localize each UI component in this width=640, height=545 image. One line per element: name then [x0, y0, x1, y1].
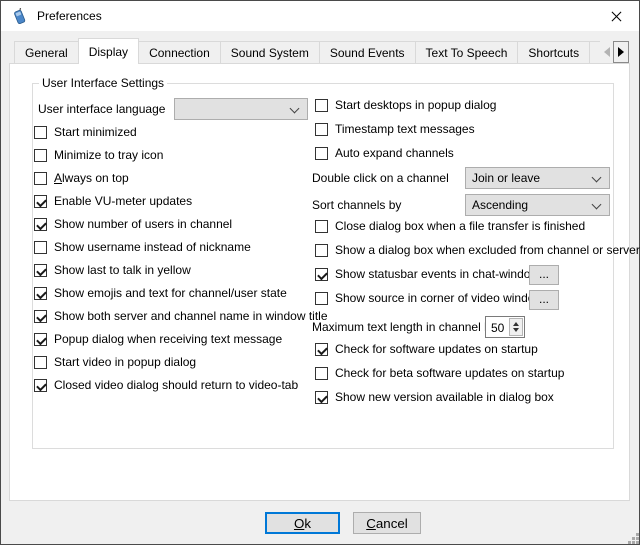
language-combobox[interactable]: [174, 98, 308, 120]
checkbox-row[interactable]: Enable VU-meter updates: [34, 195, 328, 208]
checkbox-row[interactable]: Show a dialog box when excluded from cha…: [315, 244, 640, 257]
sort-channels-label: Sort channels by: [312, 198, 401, 212]
double-click-combobox[interactable]: Join or leave: [465, 167, 610, 189]
checkbox-row[interactable]: Always on top: [34, 172, 328, 185]
statusbar-events-more-button[interactable]: ...: [529, 265, 559, 285]
tab-sound-system[interactable]: Sound System: [220, 41, 320, 63]
display-tab-page: User Interface Settings User interface l…: [9, 63, 630, 501]
preferences-dialog: { "window": { "title": "Preferences" }, …: [0, 0, 640, 545]
tab-connection[interactable]: Connection: [138, 41, 221, 63]
checkbox[interactable]: [315, 123, 328, 136]
checkbox-row[interactable]: Start minimized: [34, 126, 328, 139]
tab-bar: General Display Connection Sound System …: [9, 37, 600, 64]
max-text-length-spinbox[interactable]: 50: [485, 316, 525, 338]
tab-scroll-right-button[interactable]: [613, 41, 629, 63]
checkbox[interactable]: [34, 310, 47, 323]
checkbox[interactable]: [315, 268, 328, 281]
video-source-more-button[interactable]: ...: [529, 290, 559, 310]
close-button[interactable]: [594, 1, 639, 31]
double-click-value: Join or leave: [472, 171, 540, 185]
checkbox[interactable]: [34, 172, 47, 185]
checkbox-row[interactable]: Show emojis and text for channel/user st…: [34, 287, 328, 300]
checkbox-row[interactable]: Check for beta software updates on start…: [315, 367, 564, 380]
tab-shortcuts[interactable]: Shortcuts: [517, 41, 590, 63]
checkbox-row[interactable]: Minimize to tray icon: [34, 149, 328, 162]
tab-sound-events[interactable]: Sound Events: [319, 41, 416, 63]
sort-channels-combobox[interactable]: Ascending: [465, 194, 610, 216]
checkbox[interactable]: [315, 220, 328, 233]
chevron-down-icon: [592, 200, 602, 210]
checkbox-row[interactable]: Close dialog box when a file transfer is…: [315, 220, 640, 233]
checkbox-row[interactable]: Start desktops in popup dialog: [315, 99, 496, 112]
spin-up-button[interactable]: [513, 322, 519, 326]
left-checkbox-list: Start minimized Minimize to tray icon Al…: [34, 126, 328, 402]
checkbox[interactable]: [315, 99, 328, 112]
checkbox-row[interactable]: Timestamp text messages: [315, 123, 496, 136]
teamtalk-icon: [11, 8, 28, 25]
title-bar: Preferences: [1, 1, 639, 31]
checkbox[interactable]: [34, 126, 47, 139]
right-checkbox-list-mid: Close dialog box when a file transfer is…: [315, 220, 640, 316]
checkbox[interactable]: [315, 292, 328, 305]
checkbox[interactable]: [34, 241, 47, 254]
spinner-buttons: [509, 318, 523, 336]
right-checkbox-list-bottom: Check for software updates on startup Ch…: [315, 343, 564, 415]
group-title: User Interface Settings: [39, 76, 167, 90]
checkbox-row[interactable]: Start video in popup dialog: [34, 356, 328, 369]
checkbox[interactable]: [34, 149, 47, 162]
checkbox-row[interactable]: Show statusbar events in chat-window: [315, 268, 640, 281]
checkbox[interactable]: [315, 244, 328, 257]
right-checkbox-list-top: Start desktops in popup dialog Timestamp…: [315, 99, 496, 171]
checkbox-row[interactable]: Show number of users in channel: [34, 218, 328, 231]
checkbox[interactable]: [315, 391, 328, 404]
tab-video[interactable]: Video: [589, 41, 600, 63]
checkbox-row[interactable]: Show new version available in dialog box: [315, 391, 564, 404]
checkbox-row[interactable]: Closed video dialog should return to vid…: [34, 379, 328, 392]
checkbox[interactable]: [315, 147, 328, 160]
tab-text-to-speech[interactable]: Text To Speech: [415, 41, 519, 63]
checkbox-row[interactable]: Show source in corner of video window: [315, 292, 640, 305]
checkbox[interactable]: [34, 195, 47, 208]
checkbox[interactable]: [315, 367, 328, 380]
checkbox[interactable]: [34, 264, 47, 277]
arrow-right-icon: [618, 47, 624, 57]
chevron-down-icon: [290, 104, 300, 114]
arrow-left-icon: [604, 47, 610, 57]
checkbox-row[interactable]: Show both server and channel name in win…: [34, 310, 328, 323]
spin-down-button[interactable]: [513, 328, 519, 332]
tab-scroll-left-button[interactable]: [600, 41, 613, 63]
tab-display[interactable]: Display: [78, 38, 139, 64]
checkbox[interactable]: [34, 287, 47, 300]
checkbox[interactable]: [34, 379, 47, 392]
ok-button[interactable]: Ok: [265, 512, 340, 534]
resize-grip[interactable]: [628, 533, 631, 536]
checkbox-row[interactable]: Check for software updates on startup: [315, 343, 564, 356]
checkbox[interactable]: [315, 343, 328, 356]
max-text-length-value: 50: [491, 321, 504, 335]
checkbox[interactable]: [34, 218, 47, 231]
checkbox[interactable]: [34, 333, 47, 346]
checkbox-row[interactable]: Auto expand channels: [315, 147, 496, 160]
tab-general[interactable]: General: [14, 41, 79, 63]
window-title: Preferences: [37, 9, 102, 23]
checkbox-row[interactable]: Show last to talk in yellow: [34, 264, 328, 277]
checkbox[interactable]: [34, 356, 47, 369]
language-label: User interface language: [38, 102, 165, 116]
sort-channels-value: Ascending: [472, 198, 528, 212]
close-icon: [611, 11, 622, 22]
max-text-length-label: Maximum text length in channel list: [312, 320, 499, 334]
double-click-label: Double click on a channel: [312, 171, 449, 185]
checkbox-row[interactable]: Popup dialog when receiving text message: [34, 333, 328, 346]
chevron-down-icon: [592, 173, 602, 183]
cancel-button[interactable]: Cancel: [353, 512, 421, 534]
checkbox-row[interactable]: Show username instead of nickname: [34, 241, 328, 254]
